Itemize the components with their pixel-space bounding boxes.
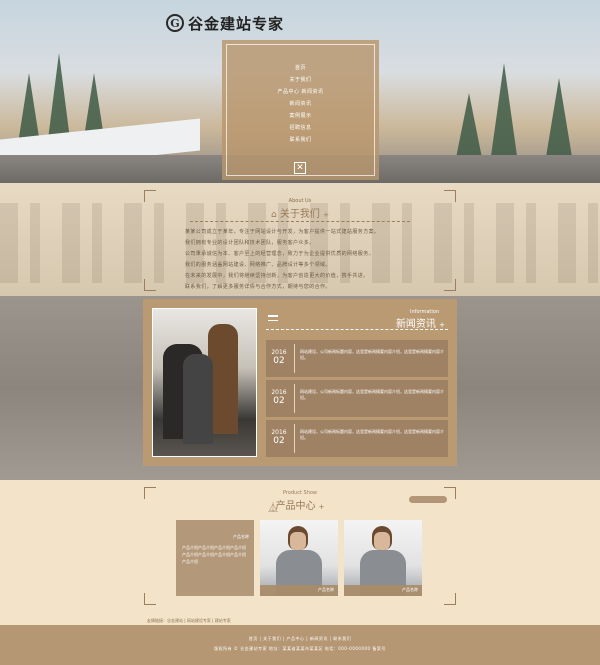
- nav-item-news[interactable]: 新闻资讯: [222, 98, 379, 110]
- news-text: 网站建设，公司新闻标题内容，这里是新闻摘要内容介绍，这里是新闻摘要内容介绍。: [300, 429, 444, 440]
- corner-decoration: [444, 279, 456, 291]
- product-card[interactable]: 产品名称 产品介绍产品介绍产品介绍产品介绍产品介绍产品介绍产品介绍产品介绍产品介…: [176, 520, 254, 596]
- news-title-cn: 新闻资讯 +: [396, 315, 445, 330]
- product-card[interactable]: 产品名称: [260, 520, 338, 596]
- news-separator: [294, 384, 295, 413]
- nav-item-products-news[interactable]: 产品中心 新闻资讯: [222, 86, 379, 98]
- about-title-text: 关于我们: [279, 209, 320, 220]
- news-date: 2016 02: [266, 340, 292, 377]
- news-photo[interactable]: [152, 308, 257, 457]
- product-description: 产品介绍产品介绍产品介绍产品介绍产品介绍产品介绍产品介绍产品介绍产品介绍: [182, 545, 246, 564]
- plus-icon: +: [318, 503, 325, 511]
- tree-decoration: [455, 93, 483, 163]
- home-icon: ⌂: [271, 210, 277, 220]
- nav-menu-panel: 首页 关于我们 产品中心 新闻资讯 新闻资讯 案例展示 招聘信息 联系我们 ✕: [222, 40, 379, 180]
- news-year: 2016: [271, 349, 287, 356]
- news-text: 网站建设，公司新闻标题内容，这里是新闻摘要内容介绍，这里是新闻摘要内容介绍。: [300, 349, 444, 360]
- about-line: 在未来的发展中，我们将继续坚持创新，为客户创造更大的价值，携手共进。: [185, 273, 369, 279]
- about-line: 我们拥有专业的设计团队和技术团队，服务客户众多。: [185, 240, 315, 246]
- news-item[interactable]: 2016 02 网站建设，公司新闻标题内容，这里是新闻摘要内容介绍，这里是新闻摘…: [266, 380, 448, 417]
- about-title-en: About Us: [288, 198, 312, 204]
- about-line: 某某公司成立于某年，专注于网站设计与开发，为客户提供一站式建站服务方案。: [185, 229, 380, 235]
- plus-icon: +: [323, 211, 329, 219]
- about-line: 联系我们，了解更多服务详情与合作方式，期待与您的合作。: [185, 284, 331, 290]
- footer-copyright: 版权所有 © 谷金建站专家 地址：某某省某某市某某区 电话：000-000000…: [214, 646, 386, 651]
- product-label: 产品名称: [233, 534, 249, 539]
- nav-item-cases[interactable]: 案例展示: [222, 110, 379, 122]
- corner-decoration: [444, 593, 456, 605]
- news-date: 2016 02: [266, 380, 292, 417]
- model-face: [290, 532, 306, 550]
- news-section: Information 新闻资讯 + 2016 02 网站建设，公司新闻标题内容…: [143, 299, 457, 466]
- products-section: Product Show ⏅ 产品中心 + 产品名称 产品介绍产品介绍产品介绍产…: [0, 480, 600, 625]
- news-item[interactable]: 2016 02 网站建设，公司新闻标题内容，这里是新闻摘要内容介绍，这里是新闻摘…: [266, 420, 448, 457]
- about-line: 我们的服务涵盖网站建设、网络推广、品牌设计等多个领域。: [185, 262, 331, 268]
- product-label: 产品名称: [318, 587, 334, 592]
- product-card[interactable]: 产品名称: [344, 520, 422, 596]
- person-figure: [183, 354, 213, 444]
- logo-text: 谷金建站专家: [188, 14, 285, 33]
- about-line: 公司秉承诚信为本、客户至上的经营理念，致力于为企业提供优质的网络服务。: [185, 251, 375, 257]
- news-day: 02: [273, 356, 285, 366]
- news-item[interactable]: 2016 02 网站建设，公司新闻标题内容，这里是新闻摘要内容介绍，这里是新闻摘…: [266, 340, 448, 377]
- close-icon[interactable]: ✕: [294, 162, 306, 174]
- nav-item-home[interactable]: 首页: [222, 62, 379, 74]
- news-text: 网站建设，公司新闻标题内容，这里是新闻摘要内容介绍，这里是新闻摘要内容介绍。: [300, 389, 444, 400]
- friend-links[interactable]: 友情链接：谷金建站 | 网站建设专家 | 建站专家: [147, 618, 231, 624]
- site-logo[interactable]: G 谷金建站专家: [166, 12, 284, 34]
- about-title-cn: ⌂ 关于我们 +: [0, 205, 600, 220]
- more-button[interactable]: [409, 496, 447, 503]
- news-day: 02: [273, 396, 285, 406]
- about-paragraph: 某某公司成立于某年，专注于网站设计与开发，为客户提供一站式建站服务方案。 我们拥…: [185, 227, 415, 293]
- news-divider: [266, 329, 448, 330]
- nav-item-about[interactable]: 关于我们: [222, 74, 379, 86]
- page-footer: 首页 | 关于我们 | 产品中心 | 新闻资讯 | 联系我们 版权所有 © 谷金…: [0, 625, 600, 665]
- hero-banner: G 谷金建站专家 首页 关于我们 产品中心 新闻资讯 新闻资讯 案例展示 招聘信…: [0, 0, 600, 183]
- nav-item-jobs[interactable]: 招聘信息: [222, 122, 379, 134]
- footer-nav[interactable]: 首页 | 关于我们 | 产品中心 | 新闻资讯 | 联系我们: [0, 636, 600, 642]
- logo-mark-icon: G: [166, 14, 184, 32]
- corner-decoration: [144, 279, 156, 291]
- news-menu-icon: [268, 315, 278, 321]
- news-separator: [294, 344, 295, 373]
- news-year: 2016: [271, 429, 287, 436]
- news-date: 2016 02: [266, 420, 292, 457]
- products-title-text: 产品中心: [275, 501, 316, 512]
- tree-decoration: [490, 63, 518, 163]
- news-day: 02: [273, 436, 285, 446]
- products-title-cn: 产品中心 +: [0, 497, 600, 512]
- about-divider: [190, 221, 410, 222]
- product-label: 产品名称: [402, 587, 418, 592]
- tree-decoration: [545, 78, 573, 163]
- news-year: 2016: [271, 389, 287, 396]
- corner-decoration: [144, 593, 156, 605]
- products-title-en: Product Show: [282, 490, 318, 496]
- nav-item-contact[interactable]: 联系我们: [222, 134, 379, 146]
- nav-list: 首页 关于我们 产品中心 新闻资讯 新闻资讯 案例展示 招聘信息 联系我们: [222, 62, 379, 146]
- about-section: About Us ⌂ 关于我们 + 某某公司成立于某年，专注于网站设计与开发，为…: [0, 183, 600, 296]
- plus-icon: +: [439, 321, 445, 329]
- model-face: [374, 532, 390, 550]
- news-separator: [294, 424, 295, 453]
